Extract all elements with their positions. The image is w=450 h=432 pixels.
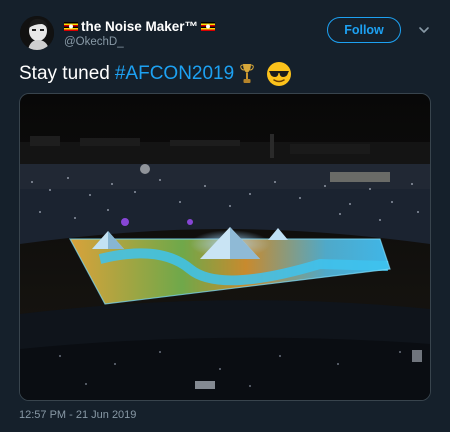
uganda-flag-icon <box>201 21 216 31</box>
name-line: the Noise Maker™ <box>64 18 216 34</box>
tweet-body-text: Stay tuned <box>19 63 110 84</box>
uganda-flag-icon <box>64 21 78 31</box>
tweet-timestamp[interactable]: 12:57 PM - 21 Jun 2019 <box>19 409 136 421</box>
user-handle[interactable]: @OkechD_ <box>64 36 124 48</box>
stadium-photo <box>20 94 430 400</box>
tweet-card: the Noise Maker™ @OkechD_ Follow Stay tu… <box>0 0 450 432</box>
tweet-media-photo[interactable] <box>19 93 431 401</box>
avatar[interactable] <box>20 16 54 50</box>
smiling-face-with-sunglasses-icon <box>267 62 292 86</box>
trophy-icon <box>240 64 254 83</box>
hashtag-link[interactable]: #AFCON2019 <box>115 63 234 85</box>
tweet-header: the Noise Maker™ @OkechD_ Follow <box>18 14 438 54</box>
chevron-down-icon[interactable] <box>416 22 432 38</box>
follow-button[interactable]: Follow <box>327 17 401 43</box>
display-name[interactable]: the Noise Maker™ <box>81 19 198 34</box>
tweet-text: Stay tuned #AFCON2019 <box>19 60 292 88</box>
